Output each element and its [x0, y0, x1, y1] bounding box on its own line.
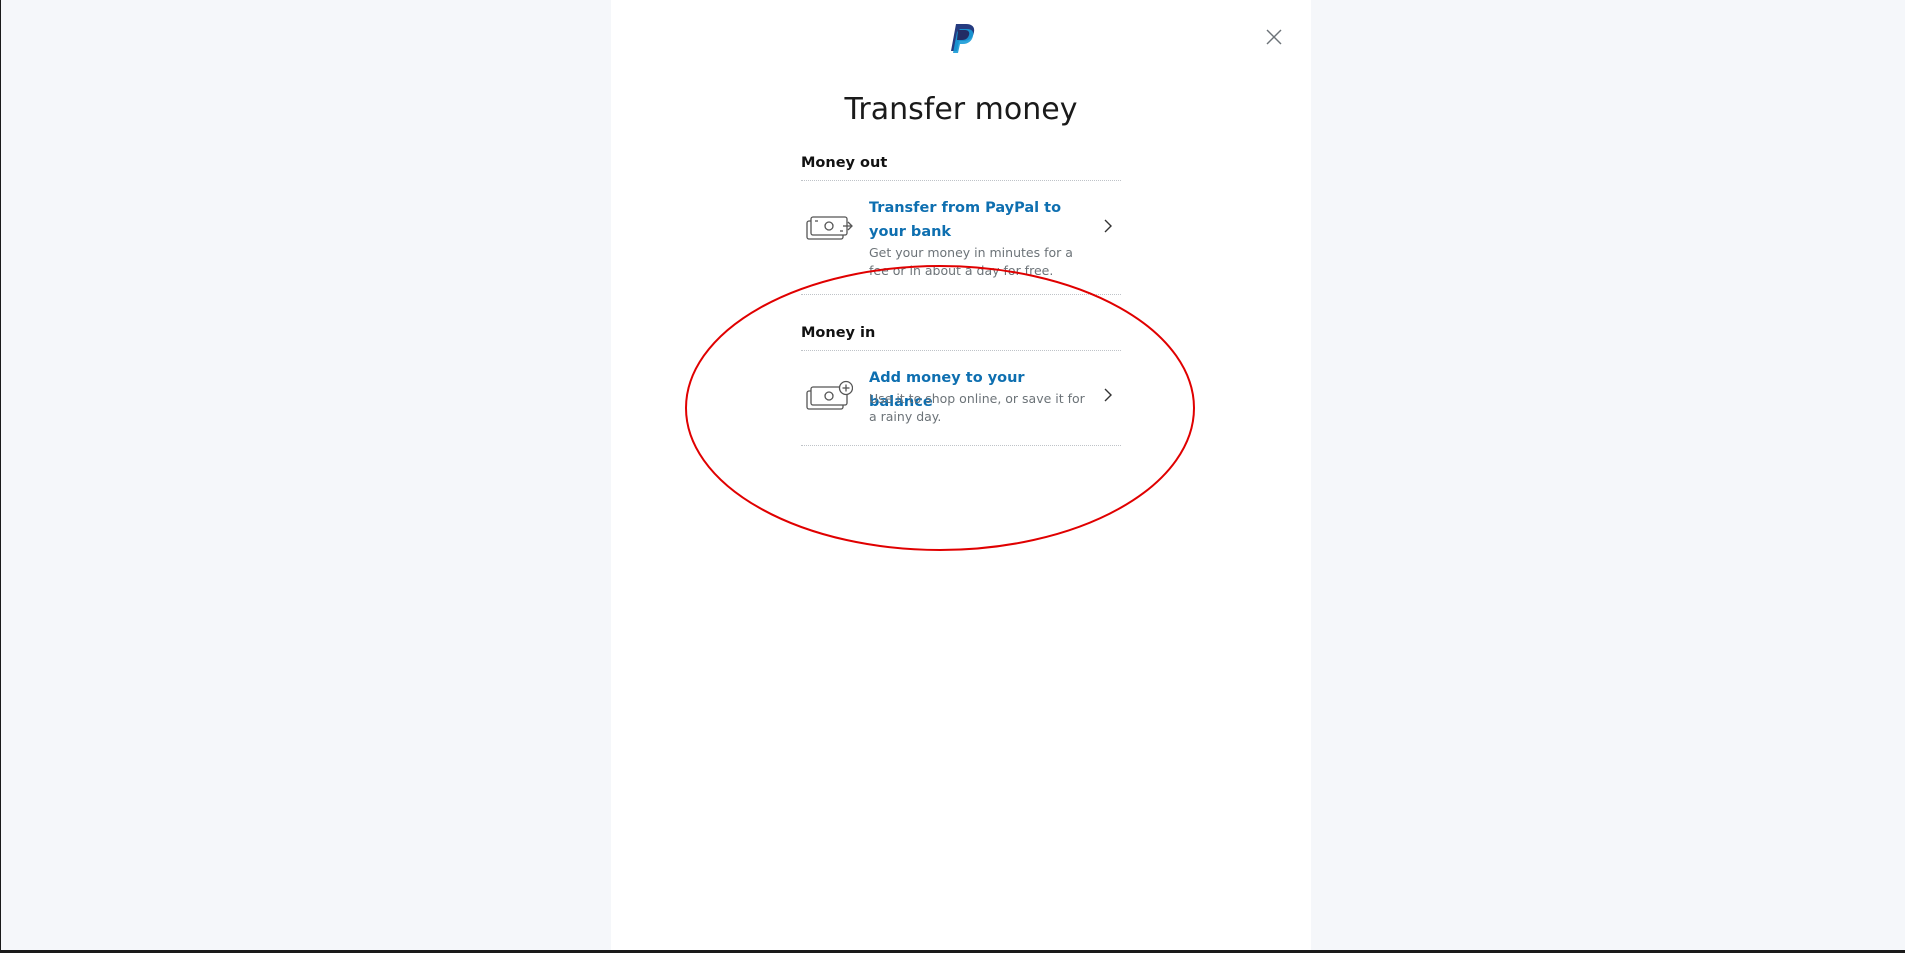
divider [801, 180, 1121, 181]
transfer-to-bank-description: Get your money in minutes for a fee or i… [869, 245, 1073, 278]
cash-plus-icon [806, 380, 853, 410]
divider [801, 445, 1121, 446]
chevron-right-icon [1104, 219, 1112, 233]
add-money-option[interactable]: Add money to your balance Use it to shop… [801, 364, 1121, 444]
paypal-logo-icon [951, 24, 975, 53]
section-label-money-out: Money out [801, 155, 888, 171]
divider [801, 294, 1121, 295]
transfer-to-bank-option[interactable]: Transfer from PayPal to your bank Get yo… [801, 194, 1121, 294]
add-money-description: Use it to shop online, or save it for a … [869, 391, 1085, 424]
close-button[interactable] [1265, 28, 1283, 46]
transfer-dialog: Transfer money Money out Transfer from P… [611, 0, 1311, 950]
cash-arrow-out-icon [806, 216, 853, 240]
section-label-money-in: Money in [801, 325, 876, 341]
dialog-title: Transfer money [844, 92, 1078, 127]
divider [801, 350, 1121, 351]
transfer-to-bank-title[interactable]: Transfer from PayPal to your bank [869, 196, 1089, 244]
chevron-right-icon [1104, 388, 1112, 402]
page-background: Transfer money Money out Transfer from P… [0, 0, 1905, 953]
